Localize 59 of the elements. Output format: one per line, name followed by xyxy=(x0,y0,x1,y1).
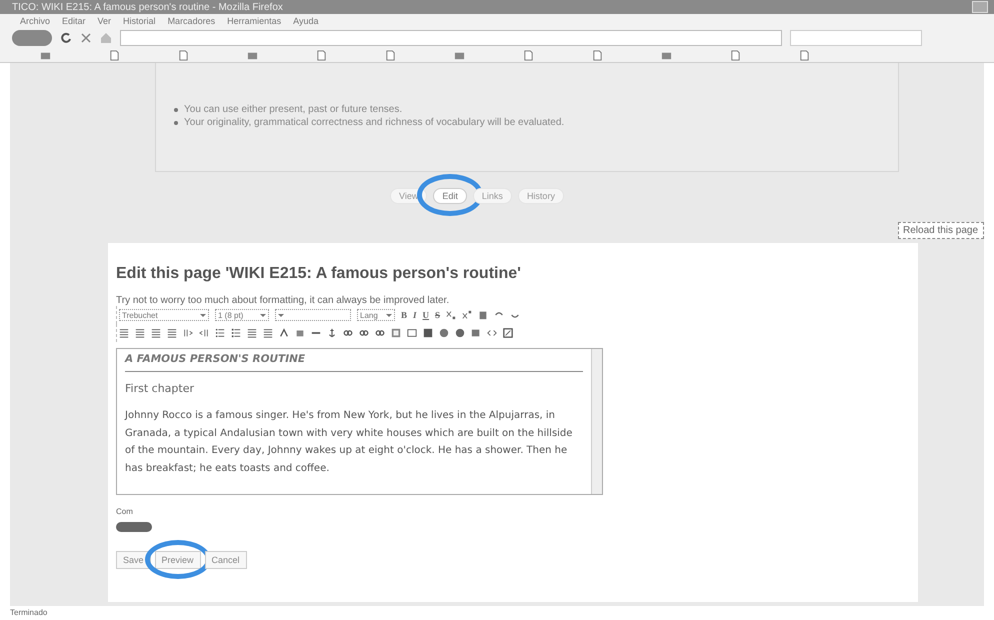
status-text: Terminado xyxy=(9,607,48,619)
table-icon[interactable] xyxy=(407,328,417,338)
menu-item[interactable]: Ver xyxy=(98,16,112,26)
chapter-text: First chapter xyxy=(125,382,195,395)
close-icon[interactable] xyxy=(80,32,92,44)
hint-text: Try not to worry too much about formatting, it can always be improved later. xyxy=(116,295,450,306)
search-field[interactable] xyxy=(790,30,922,46)
menu-item[interactable]: Archivo xyxy=(20,16,50,26)
dropdown[interactable]: 1 (8 pt) xyxy=(215,309,269,321)
reload-button[interactable]: Reload this page xyxy=(898,222,984,239)
align-right-icon[interactable] xyxy=(151,328,161,338)
image-icon[interactable] xyxy=(391,328,401,338)
action-button[interactable]: Cancel xyxy=(204,551,247,569)
bullet-icon xyxy=(174,108,178,112)
fullscreen-icon[interactable] xyxy=(503,328,513,338)
direction-icon[interactable] xyxy=(183,328,193,338)
align-left-icon[interactable] xyxy=(119,328,129,338)
menu-item[interactable]: Historial xyxy=(123,16,156,26)
content-title: A FAMOUS PERSON'S ROUTINE xyxy=(125,353,583,372)
comment-label: Com xyxy=(116,507,133,516)
scrollbar[interactable] xyxy=(591,349,602,494)
dropdown[interactable] xyxy=(275,309,351,321)
tab[interactable]: Links xyxy=(472,188,512,204)
reload-icon[interactable] xyxy=(60,32,72,44)
subscript-icon[interactable] xyxy=(446,310,456,320)
menu-item[interactable]: Herramientas xyxy=(227,16,282,26)
window-title: TICO: WIKI E215: A famous person's routine - Mozilla Firefox xyxy=(12,2,283,12)
bullet-text: Your originality, grammatical correctness and richness of vocabulary will be evaluated. xyxy=(184,116,564,129)
toggle-control[interactable] xyxy=(116,522,152,532)
menu-item[interactable]: Editar xyxy=(62,16,86,26)
back-button[interactable] xyxy=(12,30,52,46)
bullet-list-icon[interactable] xyxy=(231,328,241,338)
dropdown[interactable]: Trebuchet xyxy=(119,309,209,321)
numbered-list-icon[interactable] xyxy=(215,328,225,338)
code-icon[interactable] xyxy=(487,328,497,338)
paragraph: Johnny Rocco is a famous singer. He's from New York, but he lives in the Alpujarras, in Granada, a typical Andalusian town with very white houses which are built on the hillside of the mountain. Every day, Johnny wakes up at eight o'clock. He has a shower. Then he has breakfast; he eats toasts and coffee. xyxy=(125,409,574,476)
link-icon[interactable] xyxy=(375,328,385,338)
direction-icon[interactable] xyxy=(199,328,209,338)
justify-icon[interactable] xyxy=(167,328,177,338)
format-button[interactable]: S xyxy=(435,310,440,320)
format-button[interactable]: B xyxy=(401,310,408,320)
align-center-icon[interactable] xyxy=(135,328,145,338)
menu-item[interactable]: Marcadores xyxy=(168,16,216,26)
tab[interactable]: History xyxy=(518,188,564,204)
bullet-icon xyxy=(174,120,178,124)
superscript-icon[interactable] xyxy=(462,310,472,320)
dropdown[interactable]: Lang xyxy=(357,309,395,321)
format-button[interactable]: I xyxy=(413,310,417,320)
menu-item[interactable]: Ayuda xyxy=(293,16,318,26)
page-heading: Edit this page 'WIKI E215: A famous person's routine' xyxy=(116,265,521,283)
bullet-text: You can use either present, past or future tenses. xyxy=(184,103,402,116)
link-icon[interactable] xyxy=(343,328,353,338)
editor-area[interactable] xyxy=(116,348,603,495)
link-icon[interactable] xyxy=(359,328,369,338)
action-button[interactable]: Preview xyxy=(154,551,201,569)
tab[interactable]: Edit xyxy=(433,188,467,204)
address-field[interactable] xyxy=(120,30,782,46)
anchor-icon[interactable] xyxy=(327,328,337,338)
format-button[interactable]: U xyxy=(422,310,430,320)
